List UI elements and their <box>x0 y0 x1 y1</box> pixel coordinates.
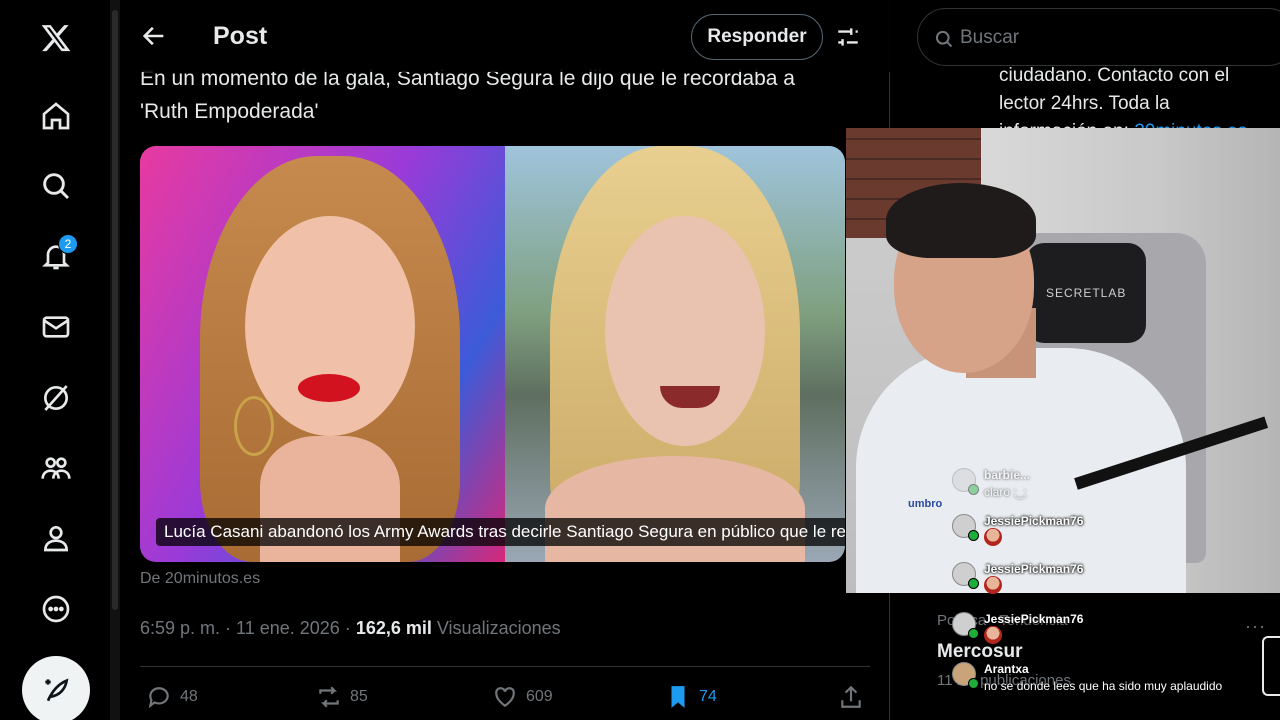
x-logo-icon[interactable] <box>36 18 76 58</box>
chat-avatar <box>952 468 979 495</box>
grok-icon[interactable] <box>36 378 76 418</box>
chat-emote <box>984 576 1002 594</box>
chat-username: barbie... <box>984 468 1031 482</box>
chair-brand: SECRETLAB <box>1046 286 1127 300</box>
home-icon[interactable] <box>36 96 76 136</box>
share-icon <box>841 685 861 708</box>
search-input[interactable] <box>960 23 1260 53</box>
media-image-left <box>140 146 505 562</box>
like-count: 609 <box>526 688 553 705</box>
chat-avatar <box>952 662 979 689</box>
reply-action[interactable]: 48 <box>146 684 198 710</box>
views-label: Visualizaciones <box>431 618 561 638</box>
reply-icon <box>148 687 169 709</box>
feather-plus-icon <box>45 678 69 702</box>
heart-icon <box>495 687 515 707</box>
repost-action[interactable]: 85 <box>316 684 368 710</box>
messages-icon[interactable] <box>36 307 76 347</box>
communities-icon[interactable] <box>36 448 76 488</box>
more-options-icon[interactable] <box>36 589 76 629</box>
search-box[interactable] <box>917 8 1280 66</box>
notifications-icon[interactable]: 2 <box>36 234 78 276</box>
page-title: Post <box>213 22 268 50</box>
post-timestamp[interactable]: 6:59 p. m. · 11 ene. 2026 · <box>140 618 356 638</box>
compose-post-button[interactable] <box>22 656 90 720</box>
tweet-media[interactable]: Lucía Casani abandonó los Army Awards tr… <box>140 146 845 562</box>
bookmark-action[interactable]: 74 <box>665 684 717 710</box>
chat-text: no se donde lees que ha sido muy aplaudi… <box>984 679 1223 693</box>
chat-username: JessiePickman76 <box>984 562 1084 576</box>
chat-avatar <box>952 514 979 541</box>
post-actions: 48 85 609 74 <box>140 684 870 716</box>
chat-username: JessiePickman76 <box>984 514 1084 528</box>
chat-emote <box>984 626 1002 644</box>
nav-scrollbar[interactable] <box>110 0 120 720</box>
repost-icon <box>319 686 339 708</box>
chat-avatar <box>952 562 979 589</box>
chat-username: Arantxa <box>984 662 1029 676</box>
source-link[interactable]: De 20minutos.es <box>140 570 260 588</box>
search-icon[interactable] <box>36 166 76 206</box>
bio-line: ciudadano. Contacto con el <box>999 65 1230 86</box>
chat-emote <box>984 528 1002 546</box>
search-icon <box>935 30 953 48</box>
chat-text: claro ;_; <box>984 485 1027 499</box>
chat-username: JessiePickman76 <box>984 612 1084 626</box>
media-image-right <box>505 146 845 562</box>
media-caption: Lucía Casani abandonó los Army Awards tr… <box>156 518 845 546</box>
chat-avatar <box>952 612 979 639</box>
back-arrow-icon[interactable] <box>140 22 168 50</box>
share-action[interactable] <box>838 684 864 710</box>
divider <box>140 666 870 667</box>
stream-chat: barbie... claro ;_; JessiePickman76 Jess… <box>940 462 1280 720</box>
shirt-brand: umbro <box>908 498 943 510</box>
profile-icon[interactable] <box>36 518 76 558</box>
left-nav: 2 <box>0 0 110 720</box>
reply-count: 48 <box>180 688 198 705</box>
edge-panel-icon[interactable] <box>1262 636 1280 696</box>
views-count: 162,6 mil <box>355 618 432 638</box>
sliders-icon[interactable] <box>835 24 861 50</box>
like-action[interactable]: 609 <box>492 684 553 710</box>
bookmark-filled-icon <box>671 686 685 708</box>
bio-line: lector 24hrs. Toda la <box>999 93 1170 114</box>
bookmark-count: 74 <box>699 688 717 705</box>
repost-count: 85 <box>350 688 368 705</box>
post-column: Post Responder En un momento de la gala,… <box>120 0 890 720</box>
notifications-badge: 2 <box>58 234 78 254</box>
post-header: Post Responder <box>120 0 890 72</box>
post-meta: 6:59 p. m. · 11 ene. 2026 · 162,6 mil Vi… <box>140 618 561 639</box>
reply-button[interactable]: Responder <box>691 14 823 60</box>
